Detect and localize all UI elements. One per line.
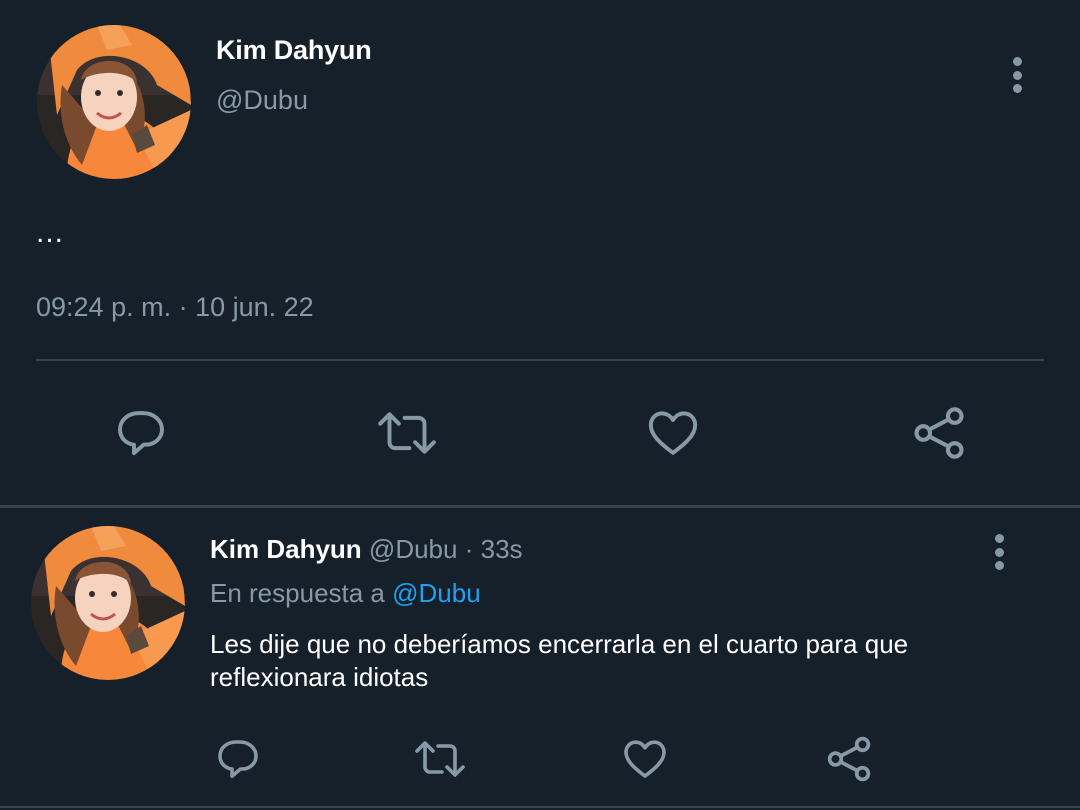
reply-author-avatar[interactable] bbox=[31, 526, 185, 680]
tweet-timestamp: 09:24 p. m. · 10 jun. 22 bbox=[36, 292, 314, 322]
reply-to-mention[interactable]: @Dubu bbox=[392, 578, 481, 608]
reply-author-handle[interactable]: @Dubu bbox=[369, 534, 458, 564]
like-icon bbox=[624, 740, 666, 778]
share-icon bbox=[914, 407, 964, 459]
reply-share-button[interactable] bbox=[821, 732, 877, 786]
reply-retweet-button[interactable] bbox=[410, 732, 470, 786]
reply-header: Kim Dahyun @Dubu · 33s bbox=[210, 534, 523, 565]
retweet-button[interactable] bbox=[371, 400, 443, 466]
reply-time: 33s bbox=[480, 534, 523, 564]
author-name[interactable]: Kim Dahyun bbox=[216, 35, 372, 66]
more-vertical-icon[interactable] bbox=[990, 534, 1008, 570]
reply-icon bbox=[218, 740, 258, 778]
reply-to-line: En respuesta a @Dubu bbox=[210, 578, 481, 609]
tweet-text: ... bbox=[36, 216, 65, 249]
section-divider bbox=[0, 505, 1080, 508]
reply-icon bbox=[118, 411, 164, 456]
reply-reply-button[interactable] bbox=[210, 732, 266, 786]
like-button[interactable] bbox=[637, 400, 709, 466]
reply-author-name[interactable]: Kim Dahyun bbox=[210, 534, 362, 564]
reply-like-button[interactable] bbox=[617, 732, 673, 786]
retweet-icon bbox=[378, 412, 436, 454]
reply-text: Les dije que no deberíamos encerrarla en… bbox=[210, 629, 909, 692]
reply-to-prefix: En respuesta a bbox=[210, 578, 385, 608]
reply-button[interactable] bbox=[105, 400, 177, 466]
divider bbox=[36, 359, 1044, 361]
more-vertical-icon[interactable] bbox=[1008, 57, 1026, 93]
like-icon bbox=[648, 411, 698, 455]
share-button[interactable] bbox=[903, 400, 975, 466]
retweet-icon bbox=[415, 741, 465, 777]
author-handle[interactable]: @Dubu bbox=[216, 85, 308, 116]
separator: · bbox=[464, 534, 474, 564]
bottom-divider bbox=[0, 806, 1080, 808]
author-avatar[interactable] bbox=[37, 25, 191, 179]
share-icon bbox=[827, 736, 871, 782]
